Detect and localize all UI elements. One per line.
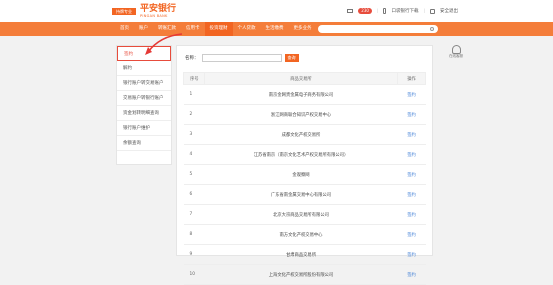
column-header-index: 序号 [183, 72, 205, 85]
table-header-row: 序号 商品交易所 操作 [183, 72, 426, 85]
row-index: 3 [183, 124, 205, 145]
exchange-name: 北京大宗商品交易所有限公司 [204, 204, 398, 225]
nav-item[interactable]: 更多业务 [289, 22, 317, 36]
logout-link[interactable]: 安全退出 [440, 8, 458, 14]
sidebar-item[interactable]: 银行账户转交易账户 [117, 76, 171, 91]
table-row: 8 南方文化产权交易中心 签约 [183, 224, 426, 245]
sign-link[interactable]: 签约 [397, 244, 426, 265]
nav-item[interactable]: 首页 [115, 22, 134, 36]
row-index: 5 [183, 164, 205, 185]
message-count-badge[interactable]: 230 [358, 8, 372, 14]
mail-icon[interactable] [347, 9, 354, 13]
query-button[interactable]: 查询 [284, 54, 299, 62]
sidebar-menu: 签约 解约 银行账户转交易账户 交易账户转银行账户 资金划转明细查询 银行账户维护 余额查询 [116, 45, 172, 165]
search-icon[interactable] [430, 26, 434, 31]
divider: | [423, 8, 425, 14]
online-service-widget[interactable]: 在线客服 [447, 45, 465, 59]
table-row: 10 上海文化产权交易所股份有限公司 签约 [183, 264, 426, 285]
divider: | [376, 8, 379, 14]
sign-link[interactable]: 签约 [397, 84, 426, 105]
row-index: 1 [183, 84, 205, 105]
sign-link[interactable]: 签约 [397, 204, 426, 225]
column-header-operation: 操作 [397, 72, 426, 85]
sign-link[interactable]: 签约 [397, 144, 426, 165]
nav-item[interactable]: 个人贷款 [233, 22, 261, 36]
nav-item[interactable]: 投资理财 [204, 22, 233, 36]
sign-link[interactable]: 签约 [397, 184, 426, 205]
table-row: 9 甘肃商品交易所 签约 [183, 244, 426, 265]
exchange-name: 上海文化产权交易所股份有限公司 [204, 264, 398, 285]
table-row: 1 南京金网贵金属电子商务有限公司 签约 [183, 84, 426, 105]
name-input[interactable] [201, 54, 282, 62]
column-header-exchange: 商品交易所 [204, 72, 398, 85]
lock-icon [430, 8, 435, 14]
sidebar-item[interactable]: 交易账户转银行账户 [117, 91, 171, 106]
exchange-name: 南京金网贵金属电子商务有限公司 [204, 84, 398, 105]
table-row: 6 广东省南金属交易中心有限公司 签约 [183, 184, 426, 205]
search-row: 名称： 查询 [185, 54, 299, 62]
row-index: 10 [183, 264, 205, 285]
exchange-name: 南方文化产权交易中心 [204, 224, 398, 245]
sign-link[interactable]: 签约 [397, 224, 426, 245]
table-row: 2 浙江网商联合知识产权交易中心 签约 [183, 104, 426, 125]
nav-item[interactable]: 生活缴费 [261, 22, 289, 36]
main-nav: 首页 账户 转账汇款 信用卡 投资理财 个人贷款 生活缴费 更多业务 [0, 22, 553, 36]
exchange-name: 金观察网 [204, 164, 398, 185]
row-index: 4 [183, 144, 205, 165]
row-index: 9 [183, 244, 205, 265]
sidebar-item[interactable]: 解约 [117, 61, 171, 76]
online-service-label: 在线客服 [449, 54, 463, 58]
row-index: 8 [183, 224, 205, 245]
nav-search-input[interactable] [318, 25, 438, 33]
sign-link[interactable]: 签约 [397, 164, 426, 185]
header-tools: 230 | 口袋银行下载 | 安全退出 [347, 8, 458, 14]
row-index: 2 [183, 104, 205, 125]
exchange-name: 江苏省南京（南京文化艺术产权交易所有限公司） [204, 144, 398, 165]
sign-link[interactable]: 签约 [397, 264, 426, 285]
content-panel: 名称： 查询 序号 商品交易所 操作 1 南京金网贵金属电子商务有限公司 签约 2 浙江… [176, 45, 433, 285]
top-header: 持牌专业 平安银行 PINGAN BANK 230 | 口袋银行下载 | 安全退… [0, 0, 553, 22]
exchange-name: 甘肃商品交易所 [204, 244, 398, 265]
brand-subtitle: PINGAN BANK [140, 14, 168, 18]
table-row: 4 江苏省南京（南京文化艺术产权交易所有限公司） 签约 [183, 144, 426, 165]
table-row: 3 成都文化产权交易所 签约 [183, 124, 426, 145]
exchange-name: 广东省南金属交易中心有限公司 [204, 184, 398, 205]
license-badge: 持牌专业 [112, 8, 136, 15]
sign-link[interactable]: 签约 [397, 104, 426, 125]
phone-icon [383, 8, 387, 14]
sidebar-item[interactable]: 资金划转明细查询 [117, 106, 171, 121]
table-row: 5 金观察网 签约 [183, 164, 426, 185]
sidebar-item[interactable]: 余额查询 [117, 136, 171, 151]
exchange-name: 成都文化产权交易所 [204, 124, 398, 145]
name-label: 名称： [185, 56, 199, 61]
service-icon[interactable] [451, 45, 461, 54]
table-row: 7 北京大宗商品交易所有限公司 签约 [183, 204, 426, 225]
sign-link[interactable]: 签约 [397, 124, 426, 145]
exchange-name: 浙江网商联合知识产权交易中心 [204, 104, 398, 125]
row-index: 6 [183, 184, 205, 205]
app-download-link[interactable]: 口袋银行下载 [391, 8, 418, 14]
exchange-table: 序号 商品交易所 操作 1 南京金网贵金属电子商务有限公司 签约 2 浙江网商联合知识产… [183, 72, 426, 285]
row-index: 7 [183, 204, 205, 225]
brand-logo[interactable]: 平安银行 [140, 4, 176, 14]
sidebar-item[interactable]: 银行账户维护 [117, 121, 171, 136]
